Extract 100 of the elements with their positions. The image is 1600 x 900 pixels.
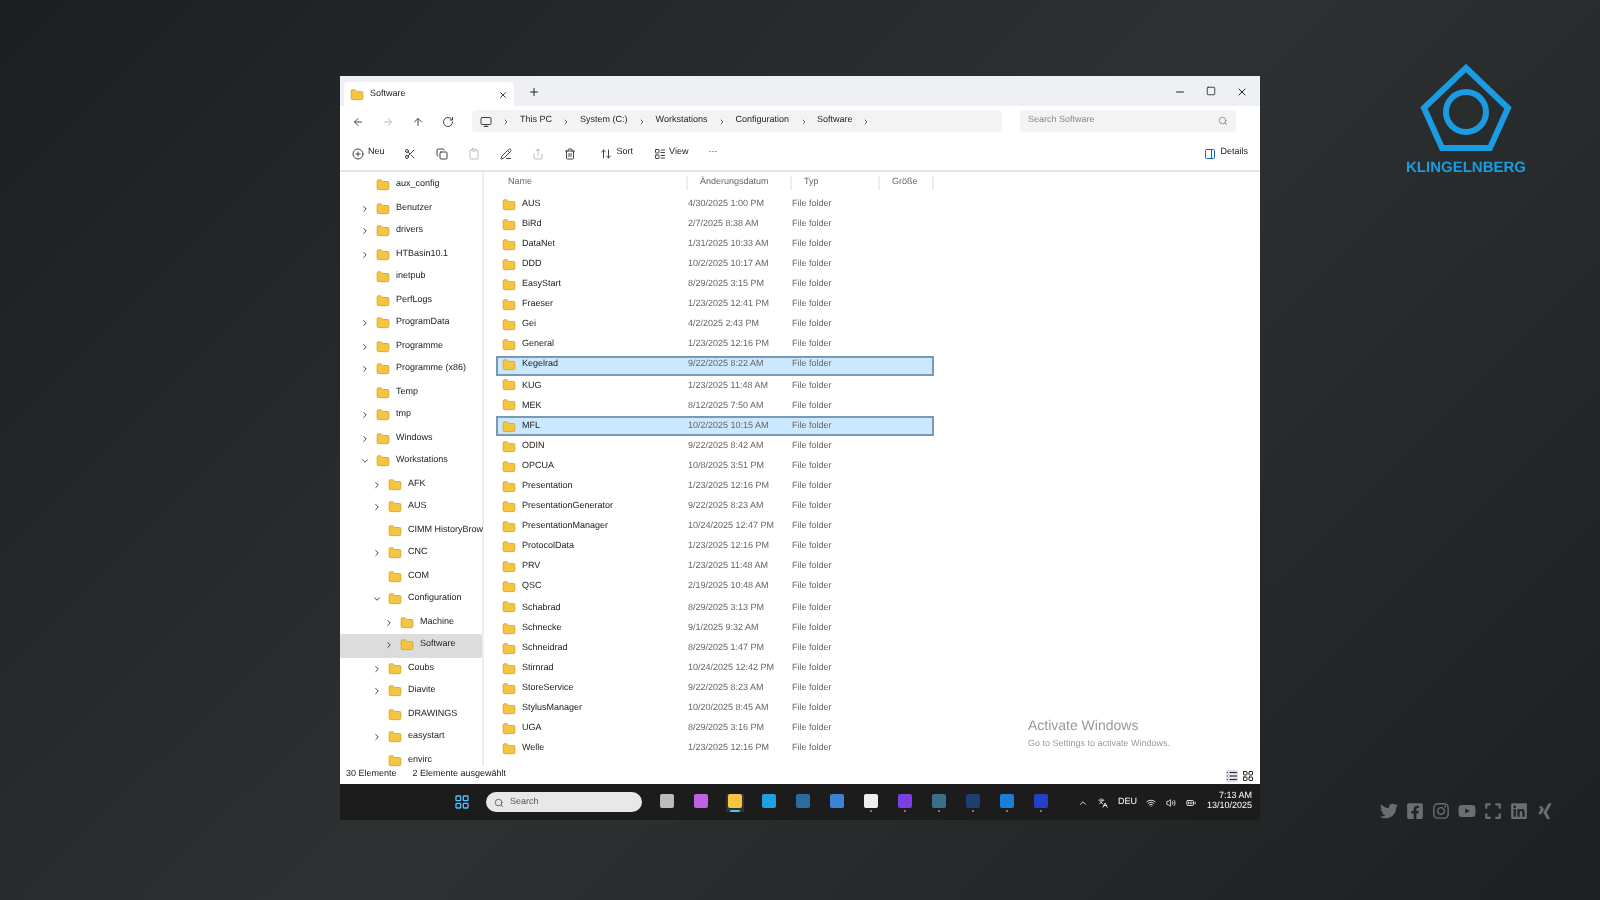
linkedin-icon[interactable] bbox=[1509, 802, 1527, 820]
refresh-icon[interactable] bbox=[442, 115, 454, 127]
folder-icon bbox=[388, 730, 402, 745]
wifi-icon[interactable] bbox=[1146, 797, 1157, 807]
chevron-right-icon[interactable] bbox=[372, 732, 382, 743]
instagram-icon[interactable] bbox=[1431, 802, 1449, 820]
chevron-right-icon[interactable] bbox=[384, 640, 394, 651]
xing-icon[interactable] bbox=[1535, 802, 1553, 820]
details-view-icon[interactable] bbox=[1226, 769, 1238, 781]
chevron-right-icon[interactable] bbox=[360, 226, 370, 237]
keyboard-icon[interactable] bbox=[1097, 797, 1108, 807]
folder-icon bbox=[400, 615, 414, 630]
chevron-right-icon[interactable] bbox=[360, 364, 370, 375]
folder-icon bbox=[502, 298, 516, 313]
folder-icon bbox=[388, 500, 402, 515]
new-tab-icon[interactable] bbox=[528, 85, 540, 97]
folder-icon bbox=[376, 270, 390, 285]
maximize-icon[interactable] bbox=[1206, 85, 1216, 95]
folder-icon bbox=[388, 523, 402, 538]
chevron-right-icon[interactable] bbox=[372, 686, 382, 697]
taskbar-app-icon[interactable] bbox=[760, 793, 778, 811]
chevron-down-icon[interactable] bbox=[360, 456, 370, 467]
chevron-right-icon[interactable] bbox=[360, 341, 370, 352]
taskbar-app-icon[interactable] bbox=[726, 793, 744, 811]
start-icon[interactable] bbox=[454, 794, 470, 810]
chevron-right-icon[interactable] bbox=[360, 203, 370, 214]
chevron-right-icon[interactable] bbox=[360, 410, 370, 421]
taskbar-app-icon[interactable] bbox=[658, 793, 676, 811]
folder-icon bbox=[376, 385, 390, 400]
folder-icon bbox=[502, 600, 516, 615]
search-icon bbox=[494, 797, 504, 807]
folder-icon bbox=[388, 684, 402, 699]
chevron-right-icon[interactable] bbox=[372, 479, 382, 490]
folder-icon bbox=[502, 237, 516, 252]
folder-icon bbox=[376, 316, 390, 331]
folder-icon bbox=[502, 197, 516, 212]
folder-icon bbox=[376, 362, 390, 377]
folder-icon bbox=[376, 247, 390, 262]
folder-icon bbox=[502, 398, 516, 413]
twitter-icon[interactable] bbox=[1379, 802, 1397, 820]
chevron-right-icon[interactable] bbox=[360, 318, 370, 329]
rename-icon[interactable] bbox=[500, 147, 513, 159]
folder-icon bbox=[502, 701, 516, 716]
folder-icon bbox=[350, 87, 364, 101]
folder-icon bbox=[502, 358, 516, 373]
folder-icon bbox=[376, 431, 390, 446]
folder-icon bbox=[388, 569, 402, 584]
chevron-right-icon[interactable] bbox=[372, 502, 382, 513]
tiles-view-icon[interactable] bbox=[1242, 769, 1254, 781]
folder-icon bbox=[502, 459, 516, 474]
folder-icon bbox=[388, 661, 402, 676]
cut-icon[interactable] bbox=[404, 147, 417, 159]
back-icon[interactable] bbox=[352, 115, 364, 127]
chevron-right-icon[interactable] bbox=[360, 433, 370, 444]
folder-icon bbox=[502, 257, 516, 272]
folder-icon bbox=[376, 408, 390, 423]
chevron-right-icon[interactable] bbox=[372, 548, 382, 559]
close-icon[interactable] bbox=[1236, 85, 1248, 97]
folder-icon bbox=[376, 178, 390, 193]
logo-icon bbox=[1420, 64, 1512, 152]
folder-icon bbox=[502, 217, 516, 232]
folder-icon bbox=[502, 641, 516, 656]
folder-icon bbox=[388, 546, 402, 561]
folder-icon bbox=[376, 454, 390, 469]
folder-icon bbox=[502, 721, 516, 736]
folder-icon bbox=[502, 580, 516, 595]
up-icon[interactable] bbox=[412, 115, 424, 127]
folder-icon bbox=[388, 753, 402, 768]
folder-icon bbox=[400, 638, 414, 653]
plus-icon bbox=[352, 147, 364, 159]
folder-icon bbox=[502, 621, 516, 636]
chevron-right-icon[interactable] bbox=[372, 663, 382, 674]
minimize-icon[interactable] bbox=[1174, 85, 1186, 97]
taskbar-app-icon[interactable] bbox=[862, 793, 880, 811]
folder-icon bbox=[502, 479, 516, 494]
folder-icon bbox=[502, 338, 516, 353]
folder-icon bbox=[376, 293, 390, 308]
folder-icon bbox=[502, 277, 516, 292]
chevron-down-icon[interactable] bbox=[372, 594, 382, 605]
battery-icon[interactable] bbox=[1186, 797, 1197, 807]
folder-icon bbox=[502, 540, 516, 555]
folder-icon bbox=[388, 592, 402, 607]
view-icon bbox=[653, 147, 666, 159]
delete-icon[interactable] bbox=[564, 147, 577, 159]
monitor-icon bbox=[480, 115, 492, 127]
copy-icon[interactable] bbox=[436, 147, 449, 159]
chevron-right-icon[interactable] bbox=[360, 249, 370, 260]
folder-icon bbox=[376, 201, 390, 216]
chevron-up-icon[interactable] bbox=[1077, 797, 1088, 807]
youtube-icon[interactable] bbox=[1457, 802, 1475, 820]
folder-icon bbox=[376, 224, 390, 239]
folder-icon bbox=[502, 560, 516, 575]
chevron-right-icon[interactable] bbox=[384, 617, 394, 628]
folder-icon bbox=[502, 520, 516, 535]
folder-icon bbox=[502, 318, 516, 333]
search-icon bbox=[1218, 116, 1228, 126]
volume-icon[interactable] bbox=[1166, 797, 1177, 807]
folder-icon bbox=[502, 742, 516, 757]
folder-icon bbox=[376, 339, 390, 354]
facebook-icon[interactable] bbox=[1405, 802, 1423, 820]
